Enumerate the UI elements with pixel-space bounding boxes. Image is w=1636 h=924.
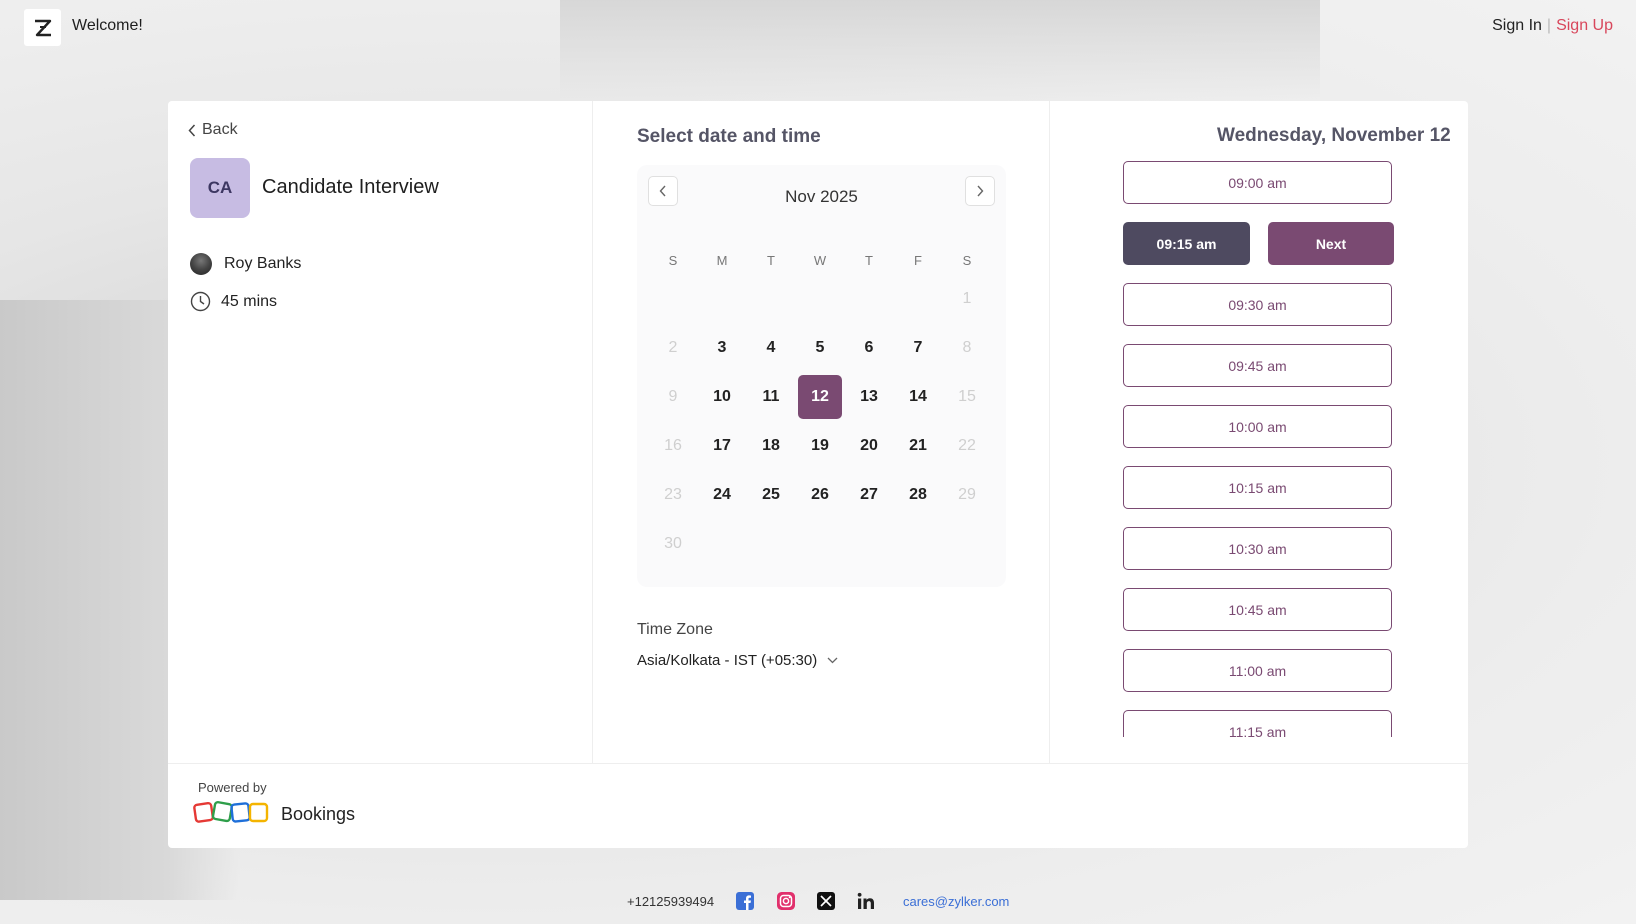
back-button[interactable]: Back	[188, 121, 238, 139]
time-slot-button[interactable]: 11:15 am	[1123, 710, 1392, 737]
weekday-label: S	[962, 253, 972, 268]
auth-links: Sign In | Sign Up	[1492, 17, 1613, 35]
back-label: Back	[202, 121, 238, 138]
calendar-day[interactable]: 20	[847, 424, 891, 468]
calendar-day[interactable]: 27	[847, 473, 891, 517]
calendar-day: 1	[962, 290, 972, 307]
month-label: Nov 2025	[785, 187, 858, 206]
time-slot-button[interactable]: 09:45 am	[1123, 344, 1392, 387]
calendar-day[interactable]: 19	[798, 424, 842, 468]
calendar-day[interactable]: 6	[847, 326, 891, 370]
calendar-day[interactable]: 17	[700, 424, 744, 468]
calendar-heading: Select date and time	[637, 126, 821, 147]
time-slot-button[interactable]: 10:45 am	[1123, 588, 1392, 631]
weekday-label: F	[914, 253, 922, 268]
calendar-day: 2	[668, 339, 678, 356]
time-slot-button[interactable]: 09:30 am	[1123, 283, 1392, 326]
calendar-day: 23	[664, 486, 682, 503]
host-name: Roy Banks	[224, 255, 302, 272]
powered-by-label: Powered by	[198, 780, 267, 795]
calendar-day[interactable]: 5	[798, 326, 842, 370]
product-name: Bookings	[281, 804, 356, 824]
calendar-day: 16	[664, 437, 682, 454]
weekday-label: W	[813, 253, 827, 268]
time-slot-button[interactable]: 10:15 am	[1123, 466, 1392, 509]
auth-separator: |	[1546, 17, 1552, 34]
weekday-label: T	[865, 253, 873, 268]
calendar-day[interactable]: 25	[749, 473, 793, 517]
calendar-day[interactable]: 28	[896, 473, 940, 517]
calendar-day: 29	[958, 486, 976, 503]
clock-icon	[190, 291, 211, 312]
page-footer: +12125939494 cares@zylker.com	[0, 890, 1636, 914]
calendar-day[interactable]: 18	[749, 424, 793, 468]
phone-number[interactable]: +12125939494	[627, 894, 714, 909]
brand-logo[interactable]	[24, 9, 61, 46]
chevron-right-icon	[977, 185, 984, 197]
next-button[interactable]: Next	[1268, 222, 1394, 265]
calendar-day[interactable]: 14	[896, 375, 940, 419]
facebook-icon[interactable]	[736, 892, 754, 910]
booking-card: Back CA Candidate Interview Roy Banks 45…	[168, 101, 1468, 848]
footer-divider	[168, 763, 1468, 764]
weekday-label: M	[716, 253, 728, 268]
calendar-day: 15	[958, 388, 976, 405]
calendar-day[interactable]: 10	[700, 375, 744, 419]
support-email-link[interactable]: cares@zylker.com	[903, 894, 1009, 909]
z-logo-icon	[34, 19, 51, 36]
zoho-logo-icon	[193, 801, 269, 823]
selected-date-heading: Wednesday, November 12	[1217, 125, 1451, 146]
x-icon[interactable]	[817, 892, 835, 910]
duration-info: 45 mins	[190, 291, 277, 312]
weekday-label: S	[668, 253, 678, 268]
calendar-day[interactable]: 3	[700, 326, 744, 370]
linkedin-icon[interactable]	[857, 892, 875, 910]
calendar-day[interactable]: 21	[896, 424, 940, 468]
calendar-day[interactable]: 26	[798, 473, 842, 517]
time-slot-button[interactable]: 10:30 am	[1123, 527, 1392, 570]
timezone-value: Asia/Kolkata - IST (+05:30)	[637, 652, 818, 669]
chevron-left-icon	[188, 123, 196, 137]
instagram-icon[interactable]	[777, 892, 795, 910]
host-info: Roy Banks	[190, 253, 301, 275]
calendar-day[interactable]: 11	[749, 375, 793, 419]
calendar-day: 22	[958, 437, 976, 454]
timezone-dropdown[interactable]: Asia/Kolkata - IST (+05:30)	[637, 652, 838, 669]
time-slot-button[interactable]: 11:00 am	[1123, 649, 1392, 692]
event-avatar: CA	[190, 158, 250, 218]
calendar-day[interactable]: 24	[700, 473, 744, 517]
column-divider	[1049, 101, 1050, 763]
calendar: Nov 2025 S M T W T F S 1 2 3 4 5 6 7 8 9 10 11 12 13 14 15 16 1…	[637, 165, 1006, 587]
timezone-label: Time Zone	[637, 621, 713, 638]
duration-text: 45 mins	[221, 292, 278, 310]
time-slot-button[interactable]: 10:00 am	[1123, 405, 1392, 448]
column-divider	[592, 101, 593, 763]
time-slot-list[interactable]: 09:00 am 09:15 am Next 09:30 am 09:45 am 10:0…	[1123, 161, 1423, 737]
next-month-button[interactable]	[965, 176, 995, 206]
top-bar: Welcome! Sign In | Sign Up	[0, 0, 1636, 56]
sign-up-link[interactable]: Sign Up	[1556, 17, 1613, 34]
host-avatar	[190, 253, 212, 275]
calendar-day: 30	[664, 535, 682, 552]
calendar-day: 9	[668, 388, 678, 405]
weekday-label: T	[767, 253, 775, 268]
sign-in-link[interactable]: Sign In	[1492, 17, 1542, 34]
time-slot-selected[interactable]: 09:15 am	[1123, 222, 1250, 265]
calendar-day[interactable]: 13	[847, 375, 891, 419]
time-slot-button[interactable]: 09:00 am	[1123, 161, 1392, 204]
chevron-down-icon	[827, 657, 838, 664]
calendar-day[interactable]: 7	[896, 326, 940, 370]
calendar-day[interactable]: 4	[749, 326, 793, 370]
calendar-day: 8	[962, 339, 972, 356]
welcome-text: Welcome!	[72, 17, 143, 34]
calendar-day-selected[interactable]: 12	[798, 375, 842, 419]
event-title: Candidate Interview	[262, 176, 439, 198]
